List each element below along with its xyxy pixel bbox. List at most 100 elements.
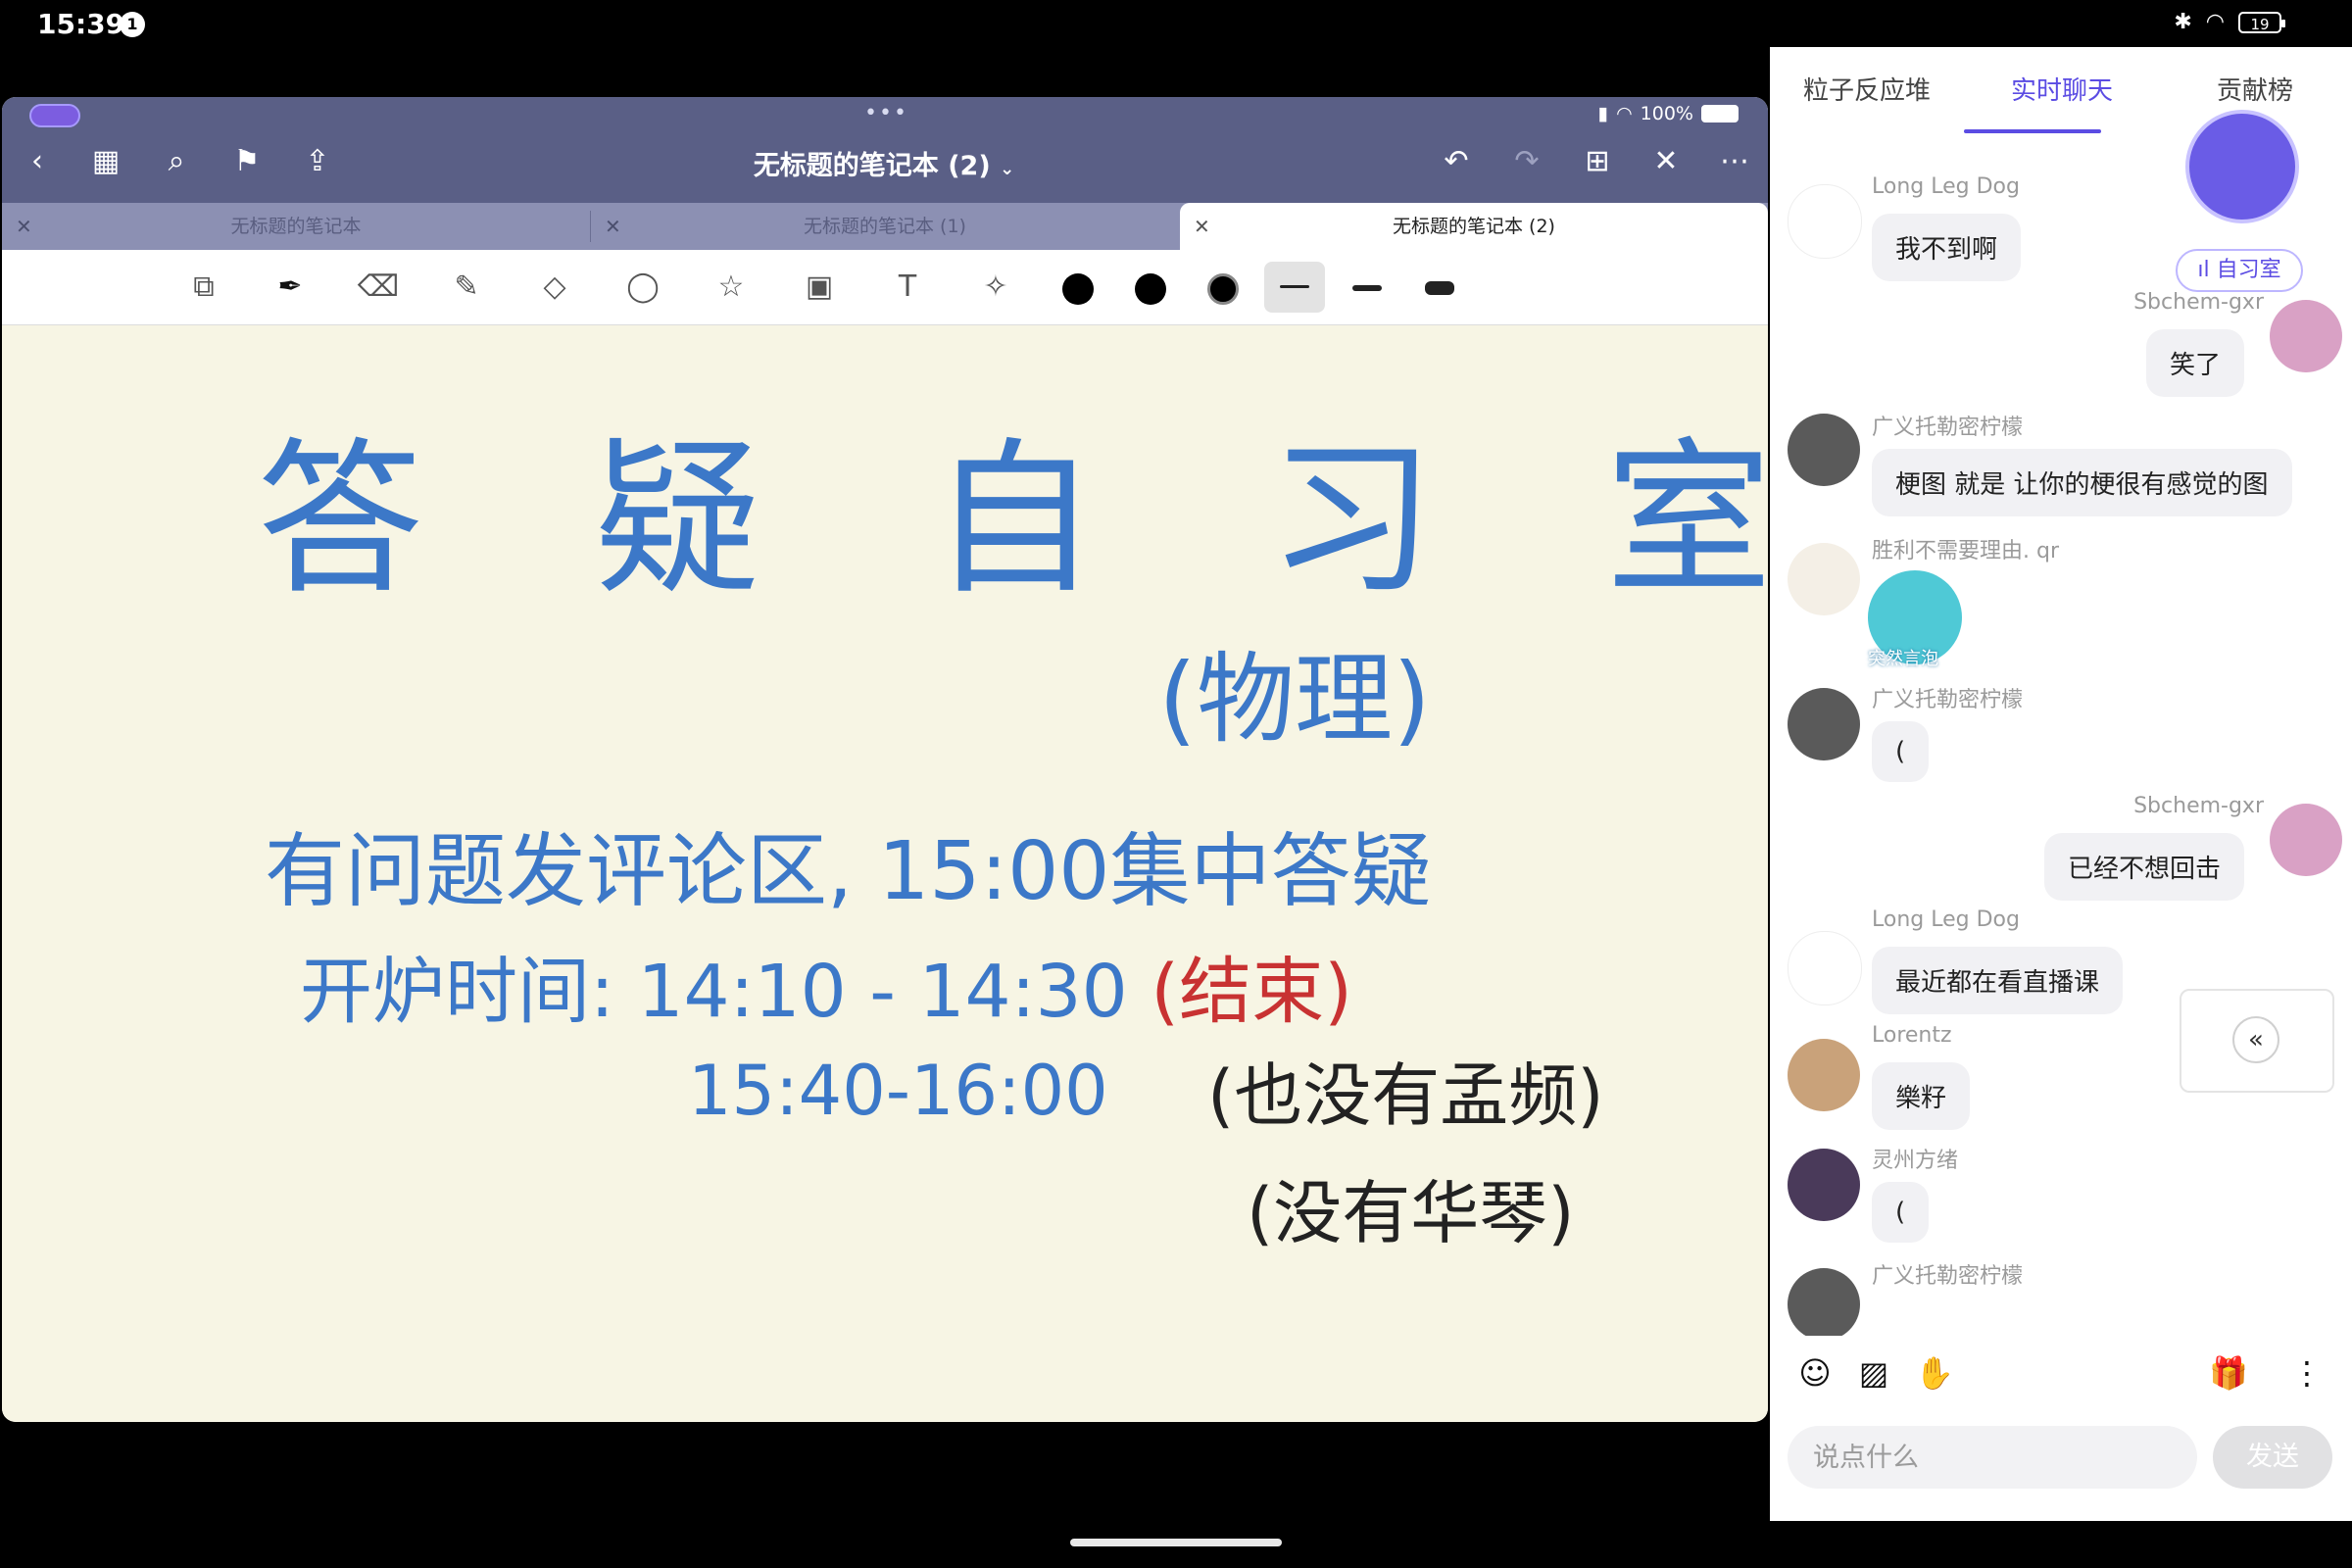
- tab-notebook-0[interactable]: ✕ 无标题的笔记本: [2, 203, 590, 250]
- avatar[interactable]: [1788, 1039, 1860, 1111]
- signal-icon: ▮: [1597, 103, 1609, 124]
- avatar[interactable]: [1788, 543, 1860, 615]
- wifi-icon: ◠: [2205, 10, 2225, 34]
- msg-bubble: 樂籽: [1872, 1062, 1971, 1130]
- tab-notebook-1[interactable]: ✕ 无标题的笔记本 (1): [591, 203, 1179, 250]
- notes-header: ••• ▮ ◠ 100% ‹ ▦ ⌕ ⚑ ⇪ 无标题的笔记本 (2) ⌄ ↶ ↷…: [2, 97, 1768, 203]
- color-black-2[interactable]: [1135, 273, 1166, 305]
- msg-author: 胜利不需要理由. qr: [1872, 539, 2059, 564]
- gift-icon[interactable]: 🎁: [2209, 1353, 2248, 1393]
- chat-message-input[interactable]: [1788, 1426, 2197, 1489]
- share-icon[interactable]: ⇪: [296, 140, 339, 183]
- sticker-icon[interactable]: ☆: [706, 262, 757, 313]
- notebook-tabs: ✕ 无标题的笔记本 ✕ 无标题的笔记本 (1) ✕ 无标题的笔记本 (2): [2, 203, 1768, 250]
- msg-bubble: 已经不想回击: [2043, 833, 2244, 901]
- bar-chart-icon: ıl: [2197, 258, 2210, 282]
- bluetooth-icon: ✱: [2174, 10, 2192, 34]
- layout-icon[interactable]: ⧉: [178, 262, 229, 313]
- raise-hand-icon[interactable]: ✋: [1915, 1353, 1954, 1393]
- grid-view-icon[interactable]: ▦: [84, 140, 127, 183]
- handwritten-line-3-note: (也没有孟频): [1207, 1055, 1604, 1136]
- more-options-icon[interactable]: ⋮: [2287, 1353, 2327, 1393]
- bookmark-icon[interactable]: ⚑: [225, 140, 269, 183]
- msg-author: 广义托勒密柠檬: [1872, 1264, 2024, 1289]
- image-upload-icon[interactable]: ▨: [1854, 1353, 1893, 1393]
- tab-contribution-rank[interactable]: 贡献榜: [2217, 71, 2293, 107]
- eraser-icon[interactable]: ⌫: [353, 262, 404, 313]
- msg-bubble: 最近都在看直播课: [1872, 947, 2124, 1014]
- live-chat-panel: 粒子反应堆 实时聊天 贡献榜 Long Leg Dog 我不到啊 Sbchem-…: [1770, 47, 2352, 1521]
- avatar[interactable]: [1788, 1268, 1860, 1341]
- send-button[interactable]: 发送: [2213, 1426, 2332, 1489]
- drawing-toolbar: ⧉ ✒ ⌫ ✎ ◇ ◯ ☆ ▣ T ✧: [2, 250, 1768, 326]
- stroke-medium[interactable]: [1352, 285, 1382, 291]
- system-icons: ✱ ◠ 19: [2174, 10, 2285, 34]
- lasso-icon[interactable]: ◯: [617, 262, 668, 313]
- add-page-icon[interactable]: ⊞: [1576, 140, 1619, 183]
- avatar[interactable]: [1788, 688, 1860, 760]
- chat-input-bar: ☺ ▨ ✋ 🎁 ⋮ 发送: [1770, 1336, 2352, 1521]
- color-black-1[interactable]: [1062, 273, 1094, 305]
- tab-particle-reactor[interactable]: 粒子反应堆: [1803, 71, 1931, 107]
- chevron-down-icon: ⌄: [1000, 159, 1015, 179]
- stroke-thin-selected[interactable]: [1264, 262, 1325, 313]
- search-icon[interactable]: ⌕: [155, 140, 198, 183]
- avatar[interactable]: [2270, 804, 2342, 876]
- msg-author: Sbchem-gxr: [2133, 794, 2264, 818]
- image-icon[interactable]: ▣: [794, 262, 845, 313]
- msg-bubble: (: [1872, 1182, 1930, 1243]
- tab-close-icon[interactable]: ✕: [16, 203, 32, 250]
- sticker-caption: 突然言泡: [1868, 649, 1938, 669]
- msg-author: 广义托勒密柠檬: [1872, 688, 2024, 712]
- tab-live-chat[interactable]: 实时聊天: [2011, 71, 2113, 107]
- ipad-wifi-icon: ◠: [1616, 103, 1633, 124]
- handwritten-title: 答 疑 自 习 室: [257, 423, 1768, 617]
- undo-icon[interactable]: ↶: [1435, 140, 1478, 183]
- handwritten-subtitle: (物理): [1158, 642, 1432, 757]
- avatar[interactable]: [1788, 1149, 1860, 1221]
- study-room-badge[interactable]: ıl 自习室: [2176, 110, 2303, 296]
- handwritten-line-2: 开炉时间: 14:10 - 14:30 (结束): [300, 950, 1352, 1034]
- redo-icon[interactable]: ↷: [1505, 140, 1548, 183]
- pen-icon[interactable]: ✒: [265, 262, 316, 313]
- msg-author: Long Leg Dog: [1872, 907, 2020, 932]
- avatar[interactable]: [2270, 300, 2342, 372]
- avatar[interactable]: [1788, 414, 1860, 486]
- ipad-status-icons: ▮ ◠ 100%: [1598, 103, 1739, 124]
- msg-bubble: 梗图 就是 让你的梗很有感觉的图: [1872, 449, 2292, 516]
- more-icon[interactable]: ⋯: [1713, 140, 1756, 183]
- highlighter-icon[interactable]: ✎: [441, 262, 492, 313]
- back-icon[interactable]: ‹: [16, 140, 59, 183]
- notification-badge: 1: [120, 12, 145, 37]
- close-icon[interactable]: ✕: [1644, 140, 1688, 183]
- battery-icon: 19: [2238, 11, 2285, 33]
- avatar[interactable]: [1788, 931, 1862, 1005]
- color-black-selected[interactable]: [1207, 273, 1239, 305]
- multitask-grip-icon[interactable]: •••: [864, 101, 908, 125]
- tab-close-icon[interactable]: ✕: [1194, 203, 1210, 250]
- text-tool-icon[interactable]: T: [882, 262, 933, 313]
- notebook-title[interactable]: 无标题的笔记本 (2) ⌄: [688, 144, 1080, 182]
- msg-bubble: 笑了: [2145, 329, 2244, 397]
- emoji-icon[interactable]: ☺: [1795, 1353, 1835, 1393]
- handwritten-ended-note: (结束): [1151, 950, 1352, 1034]
- screen-share-indicator-icon: [29, 104, 80, 127]
- tab-close-icon[interactable]: ✕: [605, 203, 621, 250]
- laser-pointer-icon[interactable]: ✧: [970, 262, 1021, 313]
- stroke-thick[interactable]: [1425, 281, 1454, 295]
- msg-author: Long Leg Dog: [1872, 174, 2020, 199]
- avatar[interactable]: [1788, 184, 1862, 259]
- tab-notebook-2[interactable]: ✕ 无标题的笔记本 (2): [1180, 203, 1768, 250]
- shapes-icon[interactable]: ◇: [529, 262, 580, 313]
- note-canvas[interactable]: 答 疑 自 习 室 (物理) 有问题发评论区, 15:00集中答疑 开炉时间: …: [2, 325, 1768, 1422]
- ipad-battery-text: 100%: [1640, 103, 1693, 124]
- collapse-panel-button[interactable]: «: [2180, 989, 2334, 1093]
- msg-bubble: 我不到啊: [1872, 214, 2022, 281]
- msg-author: 灵州方绪: [1872, 1149, 1959, 1173]
- home-indicator[interactable]: [1070, 1539, 1282, 1546]
- handwritten-line-1: 有问题发评论区, 15:00集中答疑: [265, 825, 1432, 918]
- notes-app-window: ••• ▮ ◠ 100% ‹ ▦ ⌕ ⚑ ⇪ 无标题的笔记本 (2) ⌄ ↶ ↷…: [2, 97, 1768, 1422]
- double-chevron-left-icon: «: [2232, 1016, 2279, 1063]
- status-clock: 15:39: [37, 8, 125, 40]
- study-room-store-icon: [2185, 110, 2299, 223]
